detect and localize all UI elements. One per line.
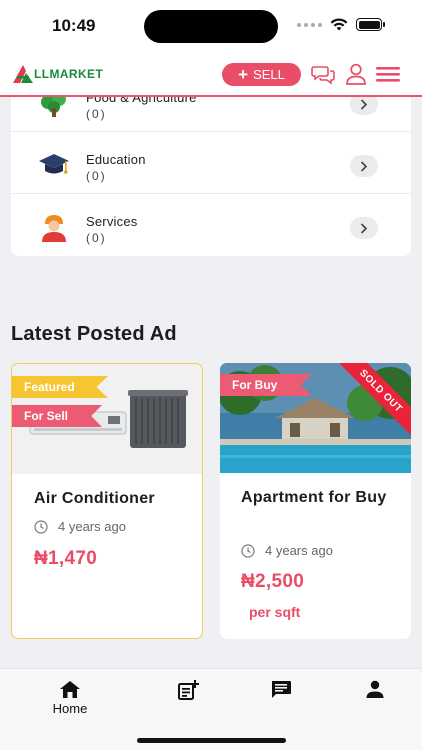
post-add-icon: [178, 680, 199, 700]
clock-icon: [241, 543, 255, 558]
ad-type-tag: For Sell: [12, 405, 102, 427]
ad-price: ₦1,470: [34, 548, 98, 569]
sell-button[interactable]: + SELL: [222, 63, 301, 86]
logo-text: LLMARKET: [34, 67, 104, 81]
category-count: (0): [86, 107, 107, 121]
ad-title: Air Conditioner: [34, 490, 155, 507]
category-row[interactable]: Education (0): [11, 132, 411, 194]
nav-post-ad[interactable]: [158, 679, 218, 701]
ad-card[interactable]: SOLD OUT For Buy Apartment for Buy 4 yea…: [220, 363, 411, 639]
dynamic-island: [144, 10, 278, 43]
nav-profile[interactable]: [345, 679, 405, 699]
status-time: 10:49: [52, 16, 96, 35]
nav-home-label: Home: [52, 701, 88, 716]
home-indicator: [137, 738, 286, 743]
wifi-icon: [330, 18, 348, 31]
message-icon: [272, 681, 291, 698]
ad-time-text: 4 years ago: [265, 543, 333, 558]
plus-icon: +: [238, 65, 249, 84]
home-icon: [60, 681, 80, 698]
featured-tag: Featured: [12, 376, 108, 398]
chevron-right-icon[interactable]: [350, 217, 378, 239]
ad-price: ₦2,500: [241, 571, 305, 592]
ad-time: 4 years ago: [34, 519, 126, 534]
ad-time: 4 years ago: [241, 543, 333, 558]
nav-home[interactable]: Home: [40, 679, 100, 716]
logo-mark-icon: [13, 65, 33, 83]
ad-time-text: 4 years ago: [58, 519, 126, 534]
category-count: (0): [86, 231, 107, 245]
ad-title: Apartment for Buy: [241, 489, 387, 506]
category-name: Education: [86, 152, 146, 167]
signal-dots-icon: [297, 22, 322, 27]
section-title: Latest Posted Ad: [11, 323, 177, 345]
status-bar: 10:49: [0, 0, 422, 52]
category-row[interactable]: Services (0): [11, 194, 411, 256]
system-icons: [297, 18, 385, 31]
user-icon[interactable]: [344, 63, 368, 85]
menu-icon[interactable]: [375, 63, 401, 85]
chevron-right-icon[interactable]: [350, 155, 378, 177]
app-header: LLMARKET + SELL: [0, 52, 422, 97]
chat-icon[interactable]: [311, 63, 335, 85]
graduation-cap-icon: [39, 154, 69, 174]
category-count: (0): [86, 169, 107, 183]
person-icon: [366, 680, 384, 698]
clock-icon: [34, 519, 48, 534]
app-logo[interactable]: LLMARKET: [12, 64, 103, 84]
ad-price-unit: per sqft: [249, 604, 301, 620]
category-name: Services: [86, 214, 138, 229]
worker-icon: [42, 215, 66, 242]
nav-messages[interactable]: [251, 679, 311, 699]
battery-icon: [356, 18, 385, 31]
ad-card[interactable]: Featured For Sell Air Conditioner 4 year…: [11, 363, 203, 639]
sell-button-label: SELL: [253, 67, 285, 82]
ad-type-tag: For Buy: [220, 374, 312, 396]
